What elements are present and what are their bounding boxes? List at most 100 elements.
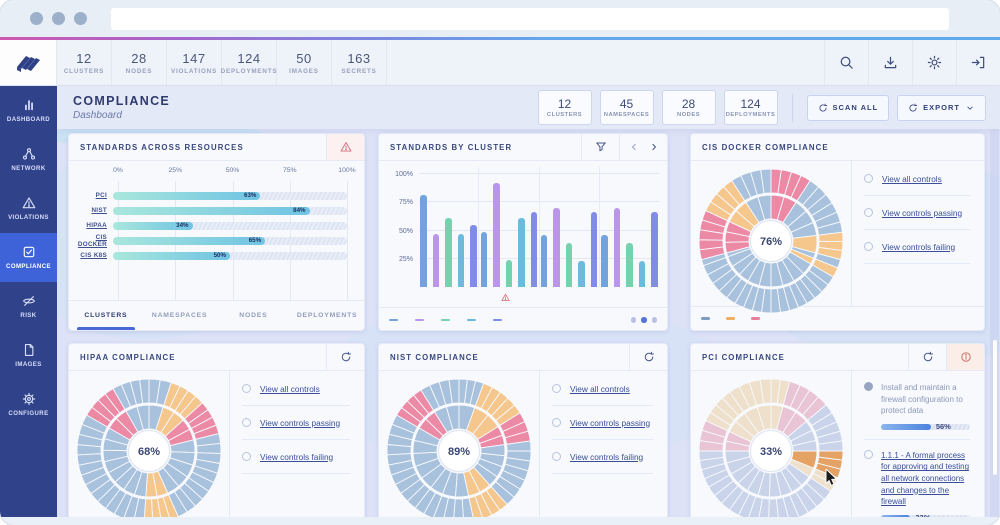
bar-fill-cis-docker[interactable] [113, 237, 265, 245]
link-view-all-controls[interactable]: View all controls [882, 174, 942, 184]
masthead-logout-button[interactable] [956, 40, 1000, 85]
masthead-stat-secrets[interactable]: 163SECRETS [332, 40, 387, 85]
refresh-icon-button[interactable] [326, 344, 364, 370]
standard-link-cis-k8s[interactable]: CIS K8S [69, 252, 113, 259]
sidebar-item-images[interactable]: IMAGES [0, 331, 57, 380]
control-link-row[interactable]: View controls failing [864, 230, 970, 264]
link-view-controls-failing[interactable]: View controls failing [882, 242, 955, 252]
masthead-stat-nodes[interactable]: 28NODES [112, 40, 167, 85]
bar-cis-docker-kubernetes-test[interactable] [578, 261, 585, 287]
standard-link-pci[interactable]: PCI [69, 192, 113, 199]
carousel-dot[interactable] [652, 317, 658, 323]
masthead-search-button[interactable] [824, 40, 868, 85]
bar-cis-k8s-remote[interactable] [531, 212, 538, 287]
control-link-row[interactable]: View controls passing [242, 406, 350, 440]
bar-pci-remote[interactable] [481, 232, 488, 287]
info-icon-button[interactable] [946, 344, 984, 370]
tab-namespaces[interactable]: NAMESPACES [143, 301, 217, 330]
pager-arrows[interactable] [619, 134, 667, 160]
filter-icon-button[interactable] [581, 134, 619, 160]
bar-cis-docker-remote[interactable] [518, 218, 525, 287]
link-view-controls-passing[interactable]: View controls passing [882, 208, 962, 218]
masthead-download-button[interactable] [868, 40, 912, 85]
control-link-row[interactable]: View controls failing [242, 440, 350, 474]
bar-hipaa-stackrox[interactable] [626, 243, 633, 287]
masthead-stat-violations[interactable]: 147VIOLATIONS [167, 40, 222, 85]
nist-sunburst[interactable]: 89% [384, 376, 534, 517]
bar-fill-cis-k8s[interactable] [113, 252, 230, 260]
export-button[interactable]: EXPORT [897, 95, 986, 121]
cis-docker-sunburst[interactable]: 76% [696, 166, 846, 316]
masthead-theme-button[interactable] [912, 40, 956, 85]
sidebar-item-compliance[interactable]: COMPLIANCE [0, 233, 57, 282]
summary-tile-nodes[interactable]: 28NODES [662, 90, 716, 125]
control-link-row[interactable]: View all controls [242, 372, 350, 406]
bar-pci-stackrox[interactable] [601, 235, 608, 287]
standard-link-cis-docker[interactable]: CIS DOCKER [69, 234, 113, 248]
control-link-row[interactable]: View controls passing [864, 196, 970, 230]
link-view-controls-passing[interactable]: View controls passing [260, 418, 340, 428]
bar-cis-k8s-kubernetes-test[interactable] [591, 212, 598, 287]
cluster-link-kubernetes-test[interactable] [539, 287, 603, 307]
cluster-link-remote[interactable] [475, 287, 539, 307]
link-view-all-controls[interactable]: View all controls [570, 384, 630, 394]
tab-nodes[interactable]: NODES [217, 301, 291, 330]
bar-nist-kubernetes-test[interactable] [553, 208, 560, 287]
control-link-row[interactable]: View controls failing [552, 440, 653, 474]
masthead-stat-deployments[interactable]: 124DEPLOYMENTS [222, 40, 277, 85]
bar-fill-nist[interactable] [113, 207, 310, 215]
chevron-right-icon[interactable] [648, 141, 660, 153]
window-control-dot[interactable] [74, 12, 87, 25]
refresh-icon-button[interactable] [629, 344, 667, 370]
summary-tile-deployments[interactable]: 124DEPLOYMENTS [724, 90, 778, 125]
refresh-icon-button[interactable] [908, 344, 946, 370]
cluster-link-production[interactable] [411, 287, 475, 307]
link-view-controls-failing[interactable]: View controls failing [570, 452, 643, 462]
summary-tile-clusters[interactable]: 12CLUSTERS [538, 90, 592, 125]
control-link-row[interactable]: View all controls [864, 162, 970, 196]
sidebar-item-violations[interactable]: VIOLATIONS [0, 184, 57, 233]
pci-sunburst[interactable]: 33% [696, 376, 846, 517]
window-control-dot[interactable] [52, 12, 65, 25]
link-view-controls-passing[interactable]: View controls passing [570, 418, 650, 428]
chevron-left-icon[interactable] [628, 141, 640, 153]
carousel-dot[interactable] [641, 317, 647, 323]
bar-hipaa-kubernetes-test[interactable] [566, 243, 573, 287]
standard-link-nist[interactable]: NIST [69, 207, 113, 214]
control-text-link[interactable]: 1.1.1 - A formal process for approving a… [881, 450, 970, 508]
scrollbar-thumb[interactable] [992, 339, 998, 476]
hipaa-sunburst[interactable]: 68% [74, 376, 224, 517]
sidebar-item-risk[interactable]: RISK [0, 282, 57, 331]
control-link-row[interactable]: View all controls [552, 372, 653, 406]
bar-fill-pci[interactable] [113, 192, 260, 200]
tab-deployments[interactable]: DEPLOYMENTS [290, 301, 364, 330]
cluster-link-stackrox[interactable] [603, 287, 667, 307]
url-bar[interactable] [111, 8, 949, 30]
link-view-all-controls[interactable]: View all controls [260, 384, 320, 394]
scan-all-button[interactable]: SCAN ALL [807, 95, 890, 121]
masthead-stat-clusters[interactable]: 12CLUSTERS [57, 40, 112, 85]
carousel-dot[interactable] [631, 317, 637, 323]
tab-clusters[interactable]: CLUSTERS [69, 301, 143, 330]
bar-hipaa-production[interactable] [445, 218, 452, 287]
bar-nist-remote[interactable] [493, 183, 500, 287]
sidebar-item-configure[interactable]: CONFIGURE [0, 380, 57, 429]
warning-icon-button[interactable] [326, 134, 364, 160]
window-control-dot[interactable] [30, 12, 43, 25]
masthead-stat-images[interactable]: 50IMAGES [277, 40, 332, 85]
summary-tile-namespaces[interactable]: 45NAMESPACES [600, 90, 654, 125]
bar-nist-stackrox[interactable] [614, 208, 621, 287]
bar-cis-k8s-stackrox[interactable] [651, 212, 658, 287]
sidebar-item-dashboard[interactable]: DASHBOARD [0, 86, 57, 135]
bar-pci-production[interactable] [420, 195, 427, 287]
bar-pci-kubernetes-test[interactable] [541, 235, 548, 287]
bar-cis-docker-stackrox[interactable] [639, 261, 646, 287]
bar-cis-docker-production[interactable] [458, 234, 465, 287]
standard-link-hipaa[interactable]: HIPAA [69, 222, 113, 229]
bar-cis-k8s-production[interactable] [470, 225, 477, 287]
stackrox-logo[interactable] [0, 40, 57, 85]
bar-hipaa-remote[interactable] [506, 260, 513, 287]
sidebar-item-network[interactable]: NETWORK [0, 135, 57, 184]
link-view-controls-failing[interactable]: View controls failing [260, 452, 333, 462]
control-link-row[interactable]: View controls passing [552, 406, 653, 440]
